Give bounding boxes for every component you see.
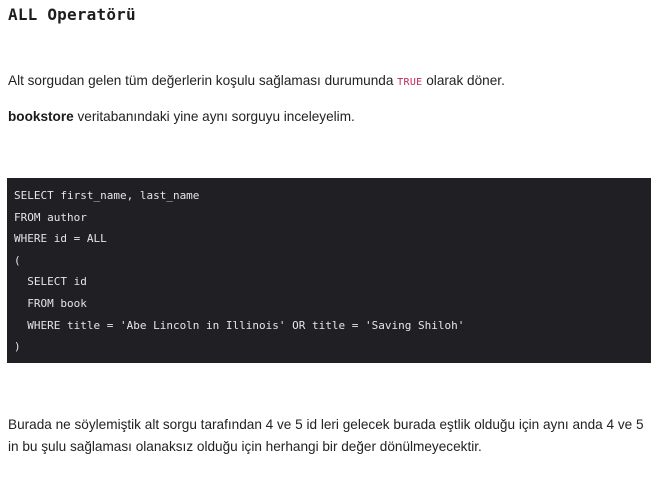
- code-line: ): [14, 340, 21, 354]
- inline-code-true: TRUE: [397, 77, 423, 88]
- database-name: bookstore: [8, 109, 74, 124]
- intro-text-before: Alt sorgudan gelen tüm değerlerin koşulu…: [8, 73, 398, 88]
- section-heading: ALL Operatörü: [8, 5, 136, 24]
- article-page: ALL Operatörü Alt sorgudan gelen tüm değ…: [0, 0, 662, 479]
- intro-paragraph: Alt sorgudan gelen tüm değerlerin koşulu…: [8, 70, 505, 93]
- code-line: SELECT id: [14, 275, 87, 289]
- code-line: FROM author: [14, 210, 87, 224]
- database-paragraph: bookstore veritabanındaki yine aynı sorg…: [8, 106, 355, 127]
- code-line: (: [14, 253, 21, 267]
- code-line: WHERE id = ALL: [14, 232, 107, 246]
- code-line: SELECT first_name, last_name: [14, 189, 200, 202]
- sql-code-block: SELECT first_name, last_name FROM author…: [7, 178, 651, 363]
- code-line: WHERE title = 'Abe Lincoln in Illinois' …: [14, 318, 465, 332]
- intro-text-after: olarak döner.: [422, 73, 505, 88]
- database-paragraph-text: veritabanındaki yine aynı sorguyu incele…: [73, 109, 355, 124]
- explanation-paragraph: Burada ne söylemiştik alt sorgu tarafınd…: [8, 417, 644, 454]
- code-line: FROM book: [14, 296, 87, 310]
